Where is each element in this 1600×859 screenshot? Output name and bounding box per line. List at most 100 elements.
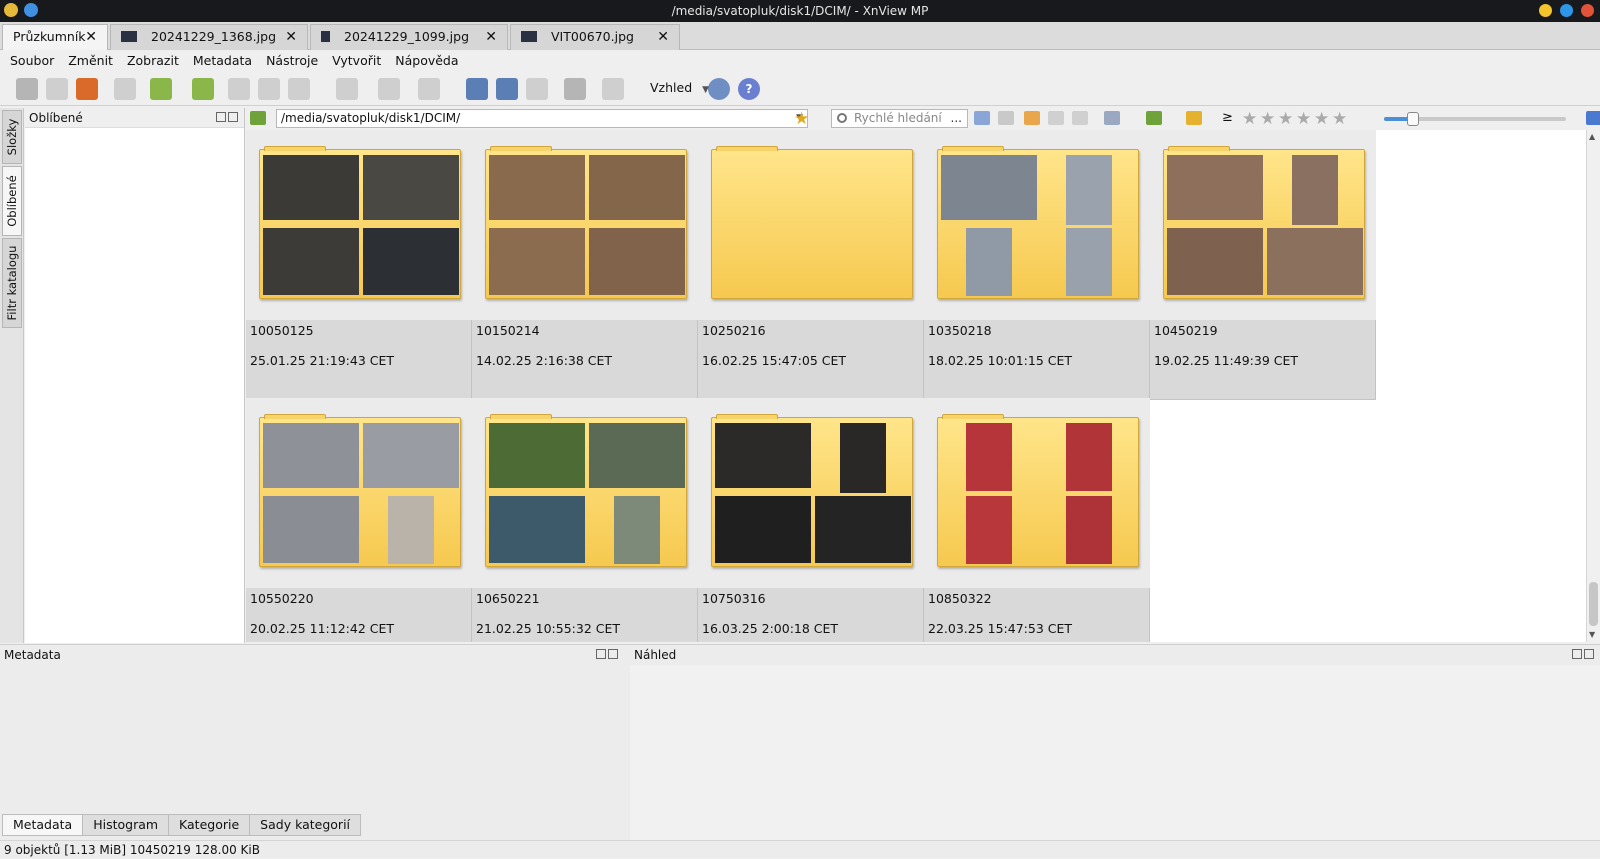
- thumbnail-size-slider[interactable]: [1384, 112, 1566, 126]
- copy-to-icon[interactable]: [150, 78, 172, 100]
- float-panel-icon[interactable]: [216, 112, 226, 122]
- folder-icon: [711, 146, 913, 299]
- rotate-right-icon[interactable]: [258, 78, 280, 100]
- menu-edit[interactable]: Změnit: [68, 50, 113, 72]
- photo-preview: [489, 423, 585, 488]
- rename-icon[interactable]: [1048, 111, 1064, 125]
- sidetab-catalog-filter[interactable]: Filtr katalogu: [2, 238, 22, 328]
- folder-thumbnail-item[interactable]: 10250216 16.02.25 15:47:05 CET: [698, 130, 924, 400]
- forward-arrow-icon[interactable]: [998, 111, 1014, 125]
- close-icon[interactable]: ✕: [485, 25, 497, 49]
- window-titlebar: /media/svatopluk/disk1/DCIM/ - XnView MP: [0, 0, 1600, 22]
- folder-icon: [259, 414, 461, 567]
- photo-preview: [1267, 228, 1363, 295]
- compare-icon[interactable]: [114, 78, 136, 100]
- folder-thumbnail-item[interactable]: 10550220 20.02.25 11:12:42 CET: [246, 398, 472, 642]
- rating-star-icon[interactable]: ★: [1332, 109, 1347, 129]
- new-folder-icon[interactable]: [1024, 111, 1040, 125]
- tab-category-sets[interactable]: Sady kategorií: [249, 814, 362, 836]
- favorites-header: Oblíbené: [25, 108, 244, 128]
- go-up-icon[interactable]: [250, 111, 266, 125]
- view-dropdown[interactable]: Vzhled ▼: [650, 80, 709, 95]
- folder-name: 10550220: [250, 591, 314, 606]
- favorite-star-icon[interactable]: ★: [794, 109, 809, 129]
- close-panel-icon[interactable]: [608, 649, 618, 659]
- scroll-up-icon[interactable]: ▲: [1589, 132, 1595, 141]
- menu-help[interactable]: Nápověda: [395, 50, 458, 72]
- sort-icon[interactable]: [1146, 111, 1162, 125]
- fullscreen-icon[interactable]: [46, 78, 68, 100]
- settings-gear-icon[interactable]: [708, 78, 730, 100]
- rating-star-icon[interactable]: ★: [1278, 109, 1293, 129]
- layout-icon[interactable]: [526, 78, 548, 100]
- float-panel-icon[interactable]: [596, 649, 606, 659]
- toggle-layout-icon[interactable]: [1586, 111, 1600, 125]
- folder-thumbnail-item[interactable]: 10050125 25.01.25 21:19:43 CET: [246, 130, 472, 400]
- back-arrow-icon[interactable]: [974, 111, 990, 125]
- find-icon[interactable]: [496, 78, 518, 100]
- quick-search-input[interactable]: Rychlé hledání ...: [831, 109, 968, 128]
- tab-image-1[interactable]: 20241229_1368.jpg ✕: [110, 24, 308, 50]
- tab-histogram[interactable]: Histogram: [82, 814, 170, 836]
- rating-star-icon[interactable]: ★: [1314, 109, 1329, 129]
- rating-star-icon[interactable]: ★: [1242, 109, 1257, 129]
- maximize-button[interactable]: [1560, 4, 1573, 17]
- filter-rating-operator[interactable]: ≥: [1222, 110, 1233, 125]
- batch-icon[interactable]: [602, 78, 624, 100]
- transform-icon[interactable]: [288, 78, 310, 100]
- delete-icon[interactable]: [1072, 111, 1088, 125]
- grid-view-icon[interactable]: [378, 78, 400, 100]
- folder-thumbnail-item[interactable]: 10650221 21.02.25 10:55:32 CET: [472, 398, 698, 642]
- system-menu-icon[interactable]: [24, 3, 38, 17]
- tab-explorer[interactable]: Průzkumník ✕: [2, 24, 108, 50]
- rotate-left-icon[interactable]: [228, 78, 250, 100]
- rating-icon[interactable]: [336, 78, 358, 100]
- screenshot-icon[interactable]: [466, 78, 488, 100]
- acquire-icon[interactable]: [16, 78, 38, 100]
- rating-star-icon[interactable]: ★: [1296, 109, 1311, 129]
- tab-metadata[interactable]: Metadata: [2, 814, 84, 836]
- sidetab-favorites[interactable]: Oblíbené: [2, 166, 22, 236]
- close-panel-icon[interactable]: [1584, 649, 1594, 659]
- folder-thumbnail-item[interactable]: 10450219 19.02.25 11:49:39 CET: [1150, 130, 1376, 400]
- window-title: /media/svatopluk/disk1/DCIM/ - XnView MP: [671, 4, 929, 18]
- filter-icon[interactable]: [1186, 111, 1202, 125]
- slideshow-icon[interactable]: [76, 78, 98, 100]
- print-icon[interactable]: [564, 78, 586, 100]
- close-window-button[interactable]: [1581, 4, 1594, 17]
- search-options-button[interactable]: ...: [951, 110, 962, 127]
- scrollbar-thumb[interactable]: [1589, 582, 1598, 626]
- minimize-button[interactable]: [1539, 4, 1552, 17]
- close-icon[interactable]: ✕: [657, 25, 669, 49]
- menu-metadata[interactable]: Metadata: [193, 50, 252, 72]
- folder-thumbnail-item[interactable]: 10750316 16.03.25 2:00:18 CET: [698, 398, 924, 642]
- document-tabs: Průzkumník ✕ 20241229_1368.jpg ✕ 2024122…: [0, 22, 1600, 50]
- sidetab-folders[interactable]: Složky: [2, 110, 22, 164]
- scroll-down-icon[interactable]: ▼: [1589, 630, 1595, 639]
- folder-thumbnail-item[interactable]: 10850322 22.03.25 15:47:53 CET: [924, 398, 1150, 642]
- slider-handle[interactable]: [1407, 112, 1419, 126]
- folder-name: 10650221: [476, 591, 540, 606]
- folder-thumbnail-item[interactable]: 10350218 18.02.25 10:01:15 CET: [924, 130, 1150, 400]
- address-bar: /media/svatopluk/disk1/DCIM/ ▼ ★ Rychlé …: [246, 106, 1600, 130]
- float-panel-icon[interactable]: [1572, 649, 1582, 659]
- menu-tools[interactable]: Nástroje: [266, 50, 318, 72]
- bookmark-icon[interactable]: [418, 78, 440, 100]
- menu-view[interactable]: Zobrazit: [127, 50, 179, 72]
- close-icon[interactable]: ✕: [85, 25, 97, 49]
- grid-scrollbar[interactable]: ▲ ▼: [1586, 130, 1600, 642]
- tab-image-3[interactable]: VIT00670.jpg ✕: [510, 24, 680, 50]
- move-to-icon[interactable]: [192, 78, 214, 100]
- folder-thumbnail-item[interactable]: 10150214 14.02.25 2:16:38 CET: [472, 130, 698, 400]
- tab-image-2[interactable]: 20241229_1099.jpg ✕: [310, 24, 508, 50]
- tab-categories[interactable]: Kategorie: [168, 814, 251, 836]
- view-mode-icon[interactable]: [1104, 111, 1120, 125]
- close-icon[interactable]: ✕: [285, 25, 297, 49]
- help-icon[interactable]: ?: [738, 78, 760, 100]
- menu-file[interactable]: Soubor: [10, 50, 54, 72]
- menu-create[interactable]: Vytvořit: [332, 50, 381, 72]
- path-input[interactable]: /media/svatopluk/disk1/DCIM/ ▼: [276, 109, 808, 128]
- metadata-panel-title: Metadata: [4, 648, 61, 662]
- close-panel-icon[interactable]: [228, 112, 238, 122]
- rating-star-icon[interactable]: ★: [1260, 109, 1275, 129]
